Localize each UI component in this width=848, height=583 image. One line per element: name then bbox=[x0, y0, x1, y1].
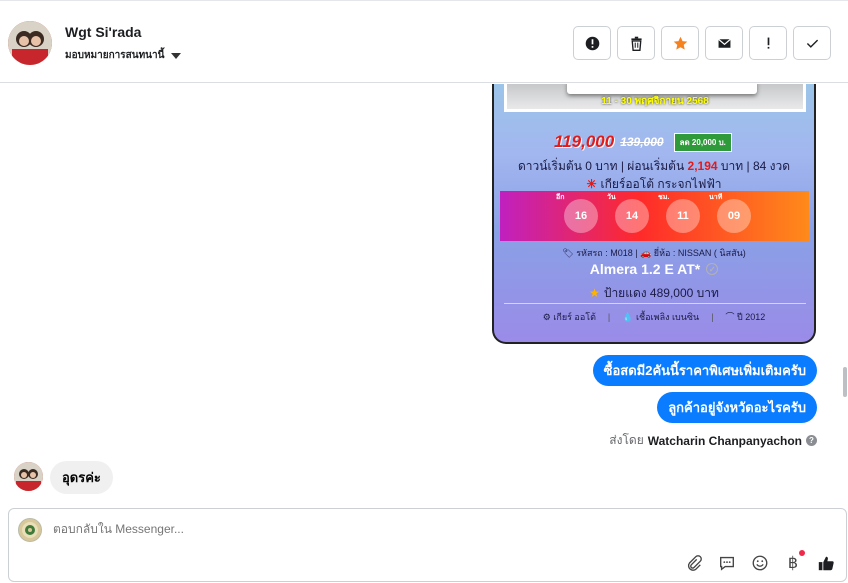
car-code-text: 🏷 รหัสรถ : M018 | 🚗 ยี่ห้อ : NISSAN ( นิ… bbox=[562, 248, 746, 258]
contact-name: Wgt Si'rada bbox=[65, 24, 142, 40]
envelope-icon bbox=[717, 38, 731, 48]
assign-label: มอบหมายการสนทนานี้ bbox=[65, 50, 165, 61]
divider bbox=[504, 303, 806, 304]
contact-avatar[interactable] bbox=[8, 21, 52, 65]
composer-tools: ฿ bbox=[684, 550, 836, 573]
sent-by-info: ส่งโดย Watcharin Chanpanyachon ? bbox=[609, 431, 817, 450]
sent-by-prefix: ส่งโดย bbox=[609, 433, 644, 447]
down-pre: ดาวน์เริ่มต้น 0 บาท | ผ่อนเริ่มต้น bbox=[517, 159, 685, 173]
plate-price: ★ ป้ายแดง 489,000 บาท bbox=[494, 284, 814, 303]
plate-price-label: ป้ายแดง 489,000 บาท bbox=[603, 286, 719, 300]
asterisk-icon: ✳ bbox=[586, 177, 597, 191]
saved-replies-button[interactable] bbox=[717, 553, 737, 573]
countdown-label: ชม. bbox=[658, 194, 670, 201]
reply-composer: ฿ bbox=[8, 508, 847, 582]
payment-button[interactable]: ฿ bbox=[783, 550, 805, 573]
reply-input[interactable] bbox=[53, 522, 653, 536]
countdown-value: 11 bbox=[677, 210, 689, 222]
promo-date: 11 - 30 พฤศจิกายน 2568 bbox=[601, 96, 709, 107]
features-label: เกียร์ออโต้ กระจกไฟฟ้า bbox=[600, 177, 722, 191]
help-icon[interactable]: ? bbox=[806, 435, 817, 446]
countdown-label: อีก bbox=[556, 194, 565, 201]
exclamation-circle-icon bbox=[585, 36, 599, 50]
paperclip-icon bbox=[687, 555, 702, 571]
price-old: 139,000 bbox=[620, 135, 664, 149]
exclamation-icon bbox=[767, 37, 769, 49]
countdown-label: นาที bbox=[709, 194, 723, 201]
down-payment-text: ดาวน์เริ่มต้น 0 บาท | ผ่อนเริ่มต้น 2,194… bbox=[494, 157, 814, 176]
countdown-value: 16 bbox=[574, 210, 588, 222]
conversation-actions bbox=[573, 26, 831, 60]
emoji-button[interactable] bbox=[750, 553, 770, 573]
spam-button[interactable] bbox=[573, 26, 611, 60]
caret-down-icon bbox=[171, 52, 182, 59]
scroll-thumb[interactable] bbox=[843, 367, 847, 397]
attach-button[interactable] bbox=[684, 553, 704, 573]
notification-dot bbox=[799, 550, 805, 556]
spec-year: ⌒ ปี 2012 bbox=[725, 312, 766, 322]
down-post: บาท | 84 งวด bbox=[720, 159, 791, 173]
countdown-value: 09 bbox=[727, 210, 741, 222]
follow-up-button[interactable] bbox=[749, 26, 787, 60]
price-row: 119,000 139,000 ลด 20,000 บ. bbox=[554, 132, 794, 152]
delete-button[interactable] bbox=[617, 26, 655, 60]
trash-icon bbox=[630, 36, 642, 51]
countdown-value: 14 bbox=[625, 210, 639, 222]
countdown-day-cell: วัน 14 bbox=[607, 194, 649, 233]
discount-badge: ลด 20,000 บ. bbox=[673, 132, 732, 152]
countdown-label: วัน bbox=[607, 194, 616, 201]
smiley-icon bbox=[752, 555, 768, 571]
car-model: Almera 1.2 E AT* ✓ bbox=[494, 261, 814, 277]
price-new: 119,000 bbox=[554, 132, 615, 151]
incoming-message[interactable]: อุดรค่ะ bbox=[50, 461, 113, 494]
like-button[interactable] bbox=[816, 553, 836, 573]
assign-conversation-dropdown[interactable]: มอบหมายการสนทนานี้ bbox=[65, 48, 182, 63]
countdown-banner: อีก 16 วัน 14 ชม. 11 นาที 09 bbox=[500, 191, 809, 241]
countdown-days: อีก 16 bbox=[556, 194, 598, 233]
specs-row: ⚙ เกียร์ ออโต้ | 💧 เชื้อเพลิง เบนซิน | ⌒… bbox=[494, 310, 814, 324]
down-highlight: 2,194 bbox=[687, 159, 718, 173]
outgoing-message[interactable]: ลูกค้าอยู่จังหวัดอะไรครับ bbox=[657, 392, 817, 423]
contact-avatar-small[interactable] bbox=[14, 462, 43, 491]
message-thread[interactable]: 11 - 30 พฤศจิกายน 2568 119,000 139,000 ล… bbox=[0, 84, 848, 506]
spec-separator: | bbox=[711, 312, 714, 322]
star-icon: ★ bbox=[589, 286, 600, 300]
sent-by-name: Watcharin Chanpanyachon bbox=[647, 433, 802, 448]
inbox-conversation: Wgt Si'rada มอบหมายการสนทนานี้ 11 - 30 พ… bbox=[0, 0, 848, 583]
check-circle-icon: ✓ bbox=[706, 263, 719, 275]
thumbs-up-icon bbox=[818, 556, 834, 571]
spec-fuel: 💧 เชื้อเพลิง เบนซิน bbox=[622, 312, 700, 322]
countdown-minutes: นาที 09 bbox=[709, 194, 751, 233]
conversation-header: Wgt Si'rada มอบหมายการสนทนานี้ bbox=[0, 1, 848, 83]
chat-bubble-icon bbox=[720, 556, 734, 571]
checkmark-icon bbox=[806, 39, 818, 48]
spec-gear: ⚙ เกียร์ ออโต้ bbox=[542, 312, 596, 322]
outgoing-message[interactable]: ซื้อสดมี2คันนี้ราคาพิเศษเพิ่มเติมครับ bbox=[592, 355, 817, 386]
promo-image-card[interactable]: 11 - 30 พฤศจิกายน 2568 119,000 139,000 ล… bbox=[492, 84, 816, 344]
car-photo: 11 - 30 พฤศจิกายน 2568 bbox=[504, 84, 806, 112]
baht-icon: ฿ bbox=[787, 555, 799, 572]
done-button[interactable] bbox=[793, 26, 831, 60]
car-model-label: Almera 1.2 E AT* bbox=[589, 261, 701, 277]
page-avatar bbox=[18, 518, 42, 542]
car-bumper bbox=[567, 84, 757, 94]
star-icon bbox=[673, 36, 687, 50]
countdown-hours: ชม. 11 bbox=[658, 194, 700, 233]
star-button[interactable] bbox=[661, 26, 699, 60]
scrollbar[interactable] bbox=[842, 84, 848, 506]
spec-separator: | bbox=[607, 312, 611, 322]
mark-unread-button[interactable] bbox=[705, 26, 743, 60]
